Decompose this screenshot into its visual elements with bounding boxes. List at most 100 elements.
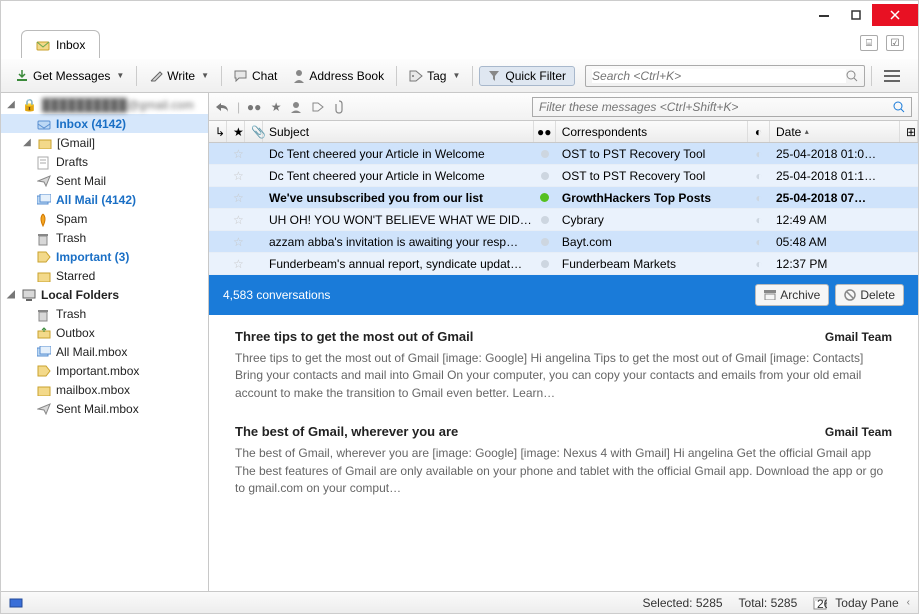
message-filter-box[interactable]	[532, 97, 912, 117]
get-messages-button[interactable]: Get Messages ▼	[9, 66, 130, 86]
star-filter-icon[interactable]: ★	[268, 100, 284, 114]
sidebar-item[interactable]: Sent Mail	[1, 171, 208, 190]
sidebar-item[interactable]: Inbox (4142)	[1, 114, 208, 133]
sidebar-item[interactable]: Trash	[1, 228, 208, 247]
chat-button[interactable]: Chat	[228, 66, 283, 86]
preview-body: The best of Gmail, wherever you are [ima…	[235, 445, 892, 497]
col-attachment[interactable]: 📎	[245, 121, 263, 142]
junk-indicator[interactable]: ◐	[748, 187, 770, 208]
star-icon[interactable]: ☆	[233, 191, 244, 205]
sidebar-item[interactable]: ◢[Gmail]	[1, 133, 208, 152]
computer-icon	[22, 289, 36, 301]
star-icon[interactable]: ☆	[233, 169, 244, 183]
star-icon[interactable]: ☆	[233, 235, 244, 249]
sidebar-item[interactable]: Trash	[1, 304, 208, 323]
message-row[interactable]: ☆We've unsubscribed you from our listGro…	[209, 187, 918, 209]
collapse-icon[interactable]: ◢	[5, 289, 17, 300]
read-indicator[interactable]	[534, 253, 556, 274]
star-icon[interactable]: ☆	[233, 147, 244, 161]
tasks-icon-button[interactable]: ☑	[886, 35, 904, 51]
window-maximize-button[interactable]	[840, 4, 872, 26]
sidebar-item[interactable]: Drafts	[1, 152, 208, 171]
search-input[interactable]	[592, 69, 846, 83]
preview-item[interactable]: The best of Gmail, wherever you areGmail…	[235, 424, 892, 497]
sidebar-item[interactable]: Important.mbox	[1, 361, 208, 380]
global-search[interactable]	[585, 65, 865, 87]
folder-icon	[37, 232, 51, 244]
message-from: OST to PST Recovery Tool	[556, 165, 748, 186]
col-junk[interactable]: ◐	[748, 121, 770, 142]
read-indicator[interactable]	[534, 143, 556, 164]
today-pane-button[interactable]: Today Pane	[835, 596, 898, 610]
message-list: ☆Dc Tent cheered your Article in Welcome…	[209, 143, 918, 275]
preview-item[interactable]: Three tips to get the most out of GmailG…	[235, 329, 892, 402]
sidebar-item[interactable]: Sent Mail.mbox	[1, 399, 208, 418]
junk-indicator[interactable]: ◐	[748, 253, 770, 274]
folder-icon	[37, 308, 51, 320]
message-row[interactable]: ☆UH OH! YOU WON'T BELIEVE WHAT WE DID…Cy…	[209, 209, 918, 231]
window-minimize-button[interactable]	[808, 4, 840, 26]
sidebar-item-label: Drafts	[56, 155, 88, 169]
message-row[interactable]: ☆Funderbeam's annual report, syndicate u…	[209, 253, 918, 275]
col-date[interactable]: Date ▴	[770, 121, 900, 142]
tag-button[interactable]: Tag ▼	[403, 66, 466, 86]
message-date: 12:37 PM	[770, 253, 900, 274]
calendar-icon-button[interactable]: ⌸	[860, 35, 878, 51]
junk-indicator[interactable]: ◐	[748, 143, 770, 164]
sidebar-item[interactable]: All Mail.mbox	[1, 342, 208, 361]
quick-filter-toggle[interactable]: Quick Filter	[479, 66, 575, 86]
chevron-left-icon[interactable]: ‹	[907, 597, 910, 608]
junk-indicator[interactable]: ◐	[748, 209, 770, 230]
message-row[interactable]: ☆azzam abba's invitation is awaiting you…	[209, 231, 918, 253]
sidebar-item[interactable]: Spam	[1, 209, 208, 228]
collapse-icon[interactable]: ◢	[5, 99, 17, 110]
contact-filter-icon[interactable]	[290, 101, 306, 113]
read-indicator[interactable]	[534, 187, 556, 208]
collapse-icon[interactable]: ◢	[21, 137, 33, 148]
junk-indicator[interactable]: ◐	[748, 165, 770, 186]
message-row[interactable]: ☆Dc Tent cheered your Article in Welcome…	[209, 143, 918, 165]
archive-button[interactable]: Archive	[755, 284, 829, 306]
message-subject: UH OH! YOU WON'T BELIEVE WHAT WE DID…	[263, 209, 534, 230]
calendar-mini-icon[interactable]: 26	[813, 596, 827, 610]
window-titlebar	[1, 1, 918, 29]
unread-filter-icon[interactable]: ●●	[246, 100, 262, 114]
address-book-button[interactable]: Address Book	[287, 66, 390, 86]
write-button[interactable]: Write ▼	[143, 66, 215, 86]
local-folders-header[interactable]: ◢ Local Folders	[1, 285, 208, 304]
sidebar-item[interactable]: mailbox.mbox	[1, 380, 208, 399]
sidebar-item[interactable]: All Mail (4142)	[1, 190, 208, 209]
inbox-icon	[36, 39, 50, 51]
window-close-button[interactable]	[872, 4, 918, 26]
account-row[interactable]: ◢ 🔒 ██████████@gmail.com	[1, 95, 208, 114]
star-icon[interactable]: ☆	[233, 213, 244, 227]
delete-button[interactable]: Delete	[835, 284, 904, 306]
sidebar-item[interactable]: Important (3)	[1, 247, 208, 266]
online-icon[interactable]	[9, 597, 23, 609]
attachment-filter-icon[interactable]	[334, 100, 350, 114]
tab-inbox[interactable]: Inbox	[21, 30, 100, 58]
sidebar-item[interactable]: Outbox	[1, 323, 208, 342]
app-menu-button[interactable]	[878, 67, 906, 85]
reply-filter-icon[interactable]	[215, 101, 231, 113]
read-indicator[interactable]	[534, 209, 556, 230]
read-indicator[interactable]	[534, 231, 556, 252]
preview-title: The best of Gmail, wherever you are	[235, 424, 458, 439]
col-thread[interactable]: ↳	[209, 121, 227, 142]
col-picker[interactable]: ⊞	[900, 121, 918, 142]
col-correspondents[interactable]: Correspondents	[556, 121, 748, 142]
col-star[interactable]: ★	[227, 121, 245, 142]
read-indicator[interactable]	[534, 165, 556, 186]
message-row[interactable]: ☆Dc Tent cheered your Article in Welcome…	[209, 165, 918, 187]
junk-indicator[interactable]: ◐	[748, 231, 770, 252]
filter-input[interactable]	[539, 100, 893, 114]
sidebar-item-label: Outbox	[56, 326, 95, 340]
tag-filter-icon[interactable]	[312, 102, 328, 112]
col-read[interactable]: ●●	[534, 121, 556, 142]
col-subject[interactable]: Subject	[263, 121, 534, 142]
folder-icon	[37, 346, 51, 358]
sidebar-item[interactable]: Starred	[1, 266, 208, 285]
star-icon[interactable]: ☆	[233, 257, 244, 271]
folder-icon	[37, 194, 51, 206]
archive-icon	[764, 290, 776, 300]
